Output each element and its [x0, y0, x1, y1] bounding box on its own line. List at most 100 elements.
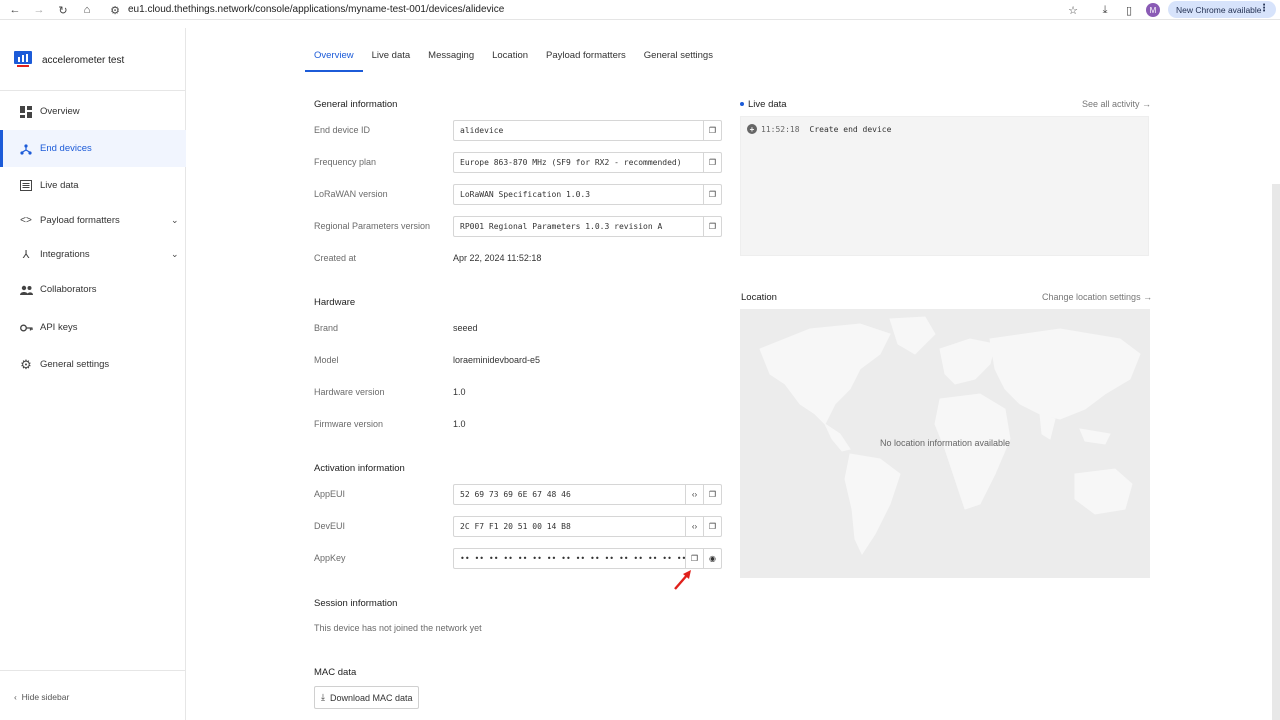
chevron-left-icon: ‹ [14, 692, 17, 702]
hw-version-label: Hardware version [314, 387, 385, 397]
tab-general-settings[interactable]: General settings [644, 50, 713, 72]
tab-location[interactable]: Location [492, 50, 528, 72]
hide-sidebar-button[interactable]: ‹ Hide sidebar [14, 692, 69, 702]
download-icon: ⤓ [321, 692, 325, 702]
sidebar-item-integrations[interactable]: ⅄ Integrations ⌄ [0, 236, 186, 273]
sidebar-item-label: Overview [40, 106, 80, 117]
sidebar-item-overview[interactable]: Overview [0, 93, 186, 130]
page-scrollbar[interactable] [1272, 184, 1280, 720]
lorawan-version-value: LoRaWAN Specification 1.0.3 [460, 190, 591, 199]
appeui-field: 52 69 73 69 6E 67 48 46 ‹› ❐ [453, 484, 722, 505]
end-device-id-label: End device ID [314, 125, 371, 135]
eye-icon[interactable]: ◉ [703, 549, 721, 568]
code-icon: <> [20, 215, 32, 226]
live-event-row[interactable]: + 11:52:18 Create end device [747, 124, 891, 134]
sidebar-item-label: Collaborators [40, 284, 97, 295]
activation-title: Activation information [314, 463, 405, 474]
plus-circle-icon: + [747, 124, 757, 134]
tab-live-data[interactable]: Live data [372, 50, 411, 72]
end-device-id-value: alidevice [460, 126, 504, 135]
tab-overview[interactable]: Overview [305, 50, 363, 72]
sidebar-item-end-devices[interactable]: End devices [0, 130, 186, 167]
chrome-update-button[interactable]: New Chrome available ⋮ [1168, 1, 1276, 18]
appeui-label: AppEUI [314, 489, 346, 499]
download-mac-label: Download MAC data [329, 692, 413, 703]
download-mac-button[interactable]: ⤓ Download MAC data [314, 686, 419, 709]
devices-icon [19, 142, 33, 156]
integrations-icon: ⅄ [22, 249, 30, 261]
session-info-title: Session information [314, 598, 398, 609]
appkey-value: •• •• •• •• •• •• •• •• •• •• •• •• •• •… [460, 554, 687, 563]
hw-version-value: 1.0 [453, 387, 466, 397]
sidebar-item-collaborators[interactable]: Collaborators [0, 271, 186, 308]
tab-messaging[interactable]: Messaging [428, 50, 474, 72]
sidebar: accelerometer test Overview End devices … [0, 28, 186, 720]
fw-version-value: 1.0 [453, 419, 466, 429]
no-location-text: No location information available [879, 438, 1011, 448]
chevron-down-icon[interactable]: ⌄ [171, 249, 179, 260]
sidebar-item-label: General settings [40, 359, 110, 370]
sidebar-item-label: Integrations [40, 249, 90, 260]
avatar[interactable]: M [1146, 3, 1160, 17]
address-bar[interactable]: eu1.cloud.thethings.network/console/appl… [128, 4, 504, 15]
model-value: loraeminidevboard-e5 [453, 355, 541, 365]
frequency-plan-label: Frequency plan [314, 157, 377, 167]
site-settings-icon[interactable]: ⚙ [108, 3, 122, 17]
people-icon [19, 283, 33, 297]
copy-icon[interactable]: ❐ [703, 153, 721, 172]
deveui-field: 2C F7 F1 20 51 00 14 B8 ‹› ❐ [453, 516, 722, 537]
star-icon[interactable]: ☆ [1066, 3, 1080, 17]
annotation-arrow [674, 570, 691, 590]
appkey-field: •• •• •• •• •• •• •• •• •• •• •• •• •• •… [453, 548, 722, 569]
mac-data-title: MAC data [314, 667, 357, 678]
regional-params-field: RP001 Regional Parameters 1.0.3 revision… [453, 216, 722, 237]
chrome-update-label: New Chrome available [1176, 4, 1262, 15]
copy-icon[interactable]: ❐ [703, 217, 721, 236]
divider [0, 670, 186, 671]
gear-icon: ⚙ [20, 356, 32, 372]
regional-params-value: RP001 Regional Parameters 1.0.3 revision… [460, 222, 663, 231]
grid-icon [19, 105, 33, 119]
code-toggle-icon[interactable]: ‹› [685, 517, 703, 536]
copy-icon[interactable]: ❐ [703, 517, 721, 536]
copy-icon[interactable]: ❐ [703, 121, 721, 140]
forward-icon[interactable]: → [32, 3, 46, 17]
copy-icon[interactable]: ❐ [703, 185, 721, 204]
hide-sidebar-label: Hide sidebar [21, 692, 70, 702]
chevron-down-icon[interactable]: ⌄ [171, 215, 179, 226]
deveui-value: 2C F7 F1 20 51 00 14 B8 [460, 522, 571, 531]
lorawan-version-label: LoRaWAN version [314, 189, 388, 199]
tab-payload-formatters[interactable]: Payload formatters [546, 50, 626, 72]
key-icon [19, 321, 33, 335]
app-name: accelerometer test [42, 55, 125, 66]
sidepanel-icon[interactable]: ▯ [1122, 3, 1136, 17]
regional-params-label: Regional Parameters version [314, 221, 431, 231]
location-title: Location [741, 292, 777, 303]
brand-label: Brand [314, 323, 339, 333]
live-data-panel: + 11:52:18 Create end device [740, 116, 1149, 256]
home-icon[interactable]: ⌂ [80, 3, 94, 17]
app-logo-icon [14, 51, 32, 67]
code-toggle-icon[interactable]: ‹› [685, 485, 703, 504]
appkey-label: AppKey [314, 553, 346, 563]
download-icon[interactable]: ⤓ [1098, 3, 1112, 17]
event-time: 11:52:18 [761, 124, 800, 134]
sidebar-item-label: End devices [40, 143, 92, 154]
sidebar-item-payload-formatters[interactable]: <> Payload formatters ⌄ [0, 202, 186, 239]
copy-icon[interactable]: ❐ [703, 485, 721, 504]
see-all-activity-link[interactable]: See all activity → [1082, 99, 1151, 109]
created-at-label: Created at [314, 253, 357, 263]
sidebar-item-label: Live data [40, 180, 79, 191]
change-location-link[interactable]: Change location settings → [1042, 292, 1152, 302]
back-icon[interactable]: ← [8, 3, 22, 17]
copy-icon[interactable]: ❐ [685, 549, 703, 568]
session-status-text: This device has not joined the network y… [314, 623, 482, 633]
sidebar-item-live-data[interactable]: Live data [0, 167, 186, 204]
frequency-plan-value: Europe 863-870 MHz (SF9 for RX2 - recomm… [460, 158, 682, 167]
sidebar-item-general-settings[interactable]: ⚙ General settings [0, 346, 186, 383]
reload-icon[interactable]: ↻ [56, 3, 70, 17]
sidebar-item-api-keys[interactable]: API keys [0, 309, 186, 346]
lorawan-version-field: LoRaWAN Specification 1.0.3 ❐ [453, 184, 722, 205]
location-map: No location information available [740, 309, 1150, 578]
fw-version-label: Firmware version [314, 419, 384, 429]
